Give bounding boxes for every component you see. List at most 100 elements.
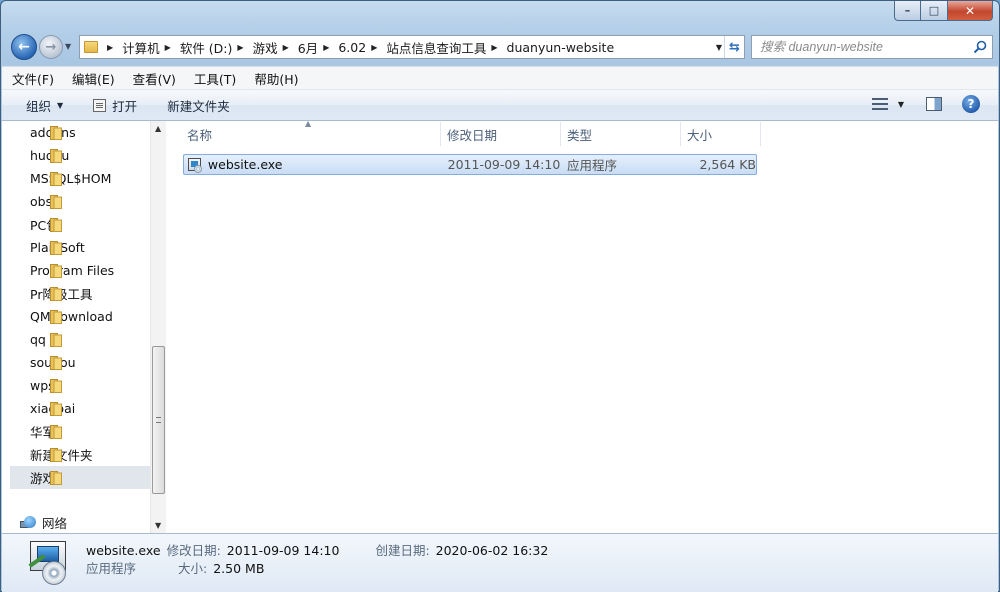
- file-type: 应用程序: [567, 158, 618, 173]
- minimize-button[interactable]: –: [894, 1, 921, 21]
- sidebar-item-folder[interactable]: Pr降级工具: [10, 282, 150, 305]
- scroll-thumb[interactable]: [152, 346, 165, 494]
- sidebar-item-folder[interactable]: PC包: [10, 213, 150, 236]
- sidebar-item-folder[interactable]: wps: [10, 374, 150, 397]
- search-input[interactable]: [760, 40, 970, 54]
- sidebar-item-folder[interactable]: huohu: [10, 144, 150, 167]
- details-pane: website.exe 修改日期: 2011-09-09 14:10 创建日期:…: [2, 533, 998, 592]
- sidebar-item-folder[interactable]: 华军: [10, 420, 150, 443]
- column-date-label: 修改日期: [447, 127, 498, 143]
- back-button[interactable]: ←: [11, 34, 37, 60]
- sidebar-item-folder[interactable]: MSSQL$HOM: [10, 167, 150, 190]
- file-name: website.exe: [207, 157, 283, 172]
- breadcrumb-separator-icon[interactable]: ▶: [371, 43, 377, 52]
- breadcrumb-segment[interactable]: ▶ 软件 (D:): [160, 38, 233, 57]
- open-label: 打开: [112, 98, 138, 114]
- refresh-button[interactable]: ⇆: [724, 36, 744, 58]
- column-name-label: 名称: [187, 127, 213, 143]
- file-row[interactable]: website.exe 2011-09-09 14:10 应用程序 2,564 …: [183, 154, 757, 175]
- details-row-1: website.exe 修改日期: 2011-09-09 14:10 创建日期:…: [86, 540, 548, 559]
- breadcrumb: ▶ 计算机 ▶ 软件 (D:) ▶ 游戏 ▶ 6月 ▶ 6.02 ▶ 站点信息查询工具 ▶ duanyun…: [102, 38, 614, 57]
- change-view-icon[interactable]: [871, 98, 888, 110]
- column-size-label: 大小: [687, 127, 713, 143]
- column-header-type[interactable]: 类型: [561, 122, 681, 146]
- preview-pane-icon[interactable]: [926, 97, 942, 111]
- close-icon: ✕: [964, 3, 976, 18]
- breadcrumb-segment[interactable]: ▶ 站点信息查询工具: [366, 38, 486, 57]
- column-header-name[interactable]: ▲ 名称: [183, 119, 441, 146]
- folder-icon: [50, 402, 62, 416]
- folder-icon: [50, 471, 62, 485]
- search-box: [751, 35, 993, 59]
- maximize-icon: □: [928, 4, 940, 17]
- nav-scrollbar[interactable]: ▲ ▼: [150, 121, 166, 533]
- breadcrumb-label: duanyun-website: [506, 39, 615, 55]
- breadcrumb-segment[interactable]: ▶ 6月: [278, 38, 319, 57]
- menu-tools[interactable]: 工具(T): [194, 69, 236, 88]
- help-icon[interactable]: ?: [962, 95, 980, 113]
- search-icon[interactable]: [973, 40, 987, 54]
- breadcrumb-separator-icon[interactable]: ▶: [165, 43, 171, 52]
- breadcrumb-segment[interactable]: ▶ 计算机: [102, 38, 160, 57]
- folder-icon: [50, 172, 62, 186]
- details-type-value: 应用程序: [86, 561, 137, 576]
- details-modified-value: 2011-09-09 14:10: [226, 543, 340, 558]
- breadcrumb-separator-icon[interactable]: ▶: [323, 43, 329, 52]
- breadcrumb-segment[interactable]: ▶ 6.02: [318, 40, 366, 55]
- recent-pages-chevron-icon[interactable]: ▼: [65, 42, 71, 51]
- menu-file[interactable]: 文件(F): [12, 69, 54, 88]
- organize-button[interactable]: 组织 ▼: [26, 96, 63, 115]
- refresh-icon: ⇆: [729, 39, 740, 55]
- breadcrumb-separator-icon[interactable]: ▶: [237, 43, 243, 52]
- navigation-row: ← → ▼ ▶ 计算机 ▶ 软件 (D:) ▶ 游戏 ▶ 6月 ▶ 6.02 ▶ 站点信息查询工具 ▶ d…: [9, 31, 993, 61]
- caption-buttons: – □ ✕: [894, 1, 993, 21]
- column-headers: ▲ 名称 修改日期 类型 大小: [183, 119, 761, 146]
- close-button[interactable]: ✕: [948, 1, 993, 21]
- open-icon: [93, 98, 107, 112]
- folder-icon: [50, 218, 62, 232]
- navigation-pane: addonshuohu MSSQL$HOM obs PC包PlainSoft Progr…: [2, 121, 166, 533]
- menu-help[interactable]: 帮助(H): [254, 69, 298, 88]
- menu-view[interactable]: 查看(V): [133, 69, 176, 88]
- network-icon: [20, 515, 36, 530]
- sidebar-item-folder[interactable]: Program Files: [10, 259, 150, 282]
- maximize-button[interactable]: □: [921, 1, 948, 21]
- sidebar-item-folder[interactable]: qq: [10, 328, 150, 351]
- breadcrumb-separator-icon[interactable]: ▶: [283, 43, 289, 52]
- new-folder-button[interactable]: 新建文件夹: [167, 96, 230, 115]
- column-header-date[interactable]: 修改日期: [441, 122, 561, 146]
- folder-icon: [50, 241, 62, 255]
- sidebar-item-folder[interactable]: PlainSoft: [10, 236, 150, 259]
- scroll-up-arrow-icon[interactable]: ▲: [155, 124, 161, 133]
- breadcrumb-segment[interactable]: ▶ duanyun-website: [486, 40, 614, 55]
- open-button[interactable]: 打开: [93, 96, 137, 115]
- folder-icon: [50, 126, 62, 140]
- forward-button[interactable]: →: [39, 35, 63, 59]
- breadcrumb-label: 软件 (D:): [179, 40, 233, 56]
- column-header-size[interactable]: 大小: [681, 122, 761, 146]
- sidebar-item-folder[interactable]: addons: [10, 121, 150, 144]
- breadcrumb-separator-icon[interactable]: ▶: [107, 43, 113, 52]
- breadcrumb-segment[interactable]: ▶ 游戏: [232, 38, 277, 57]
- nav-item-network[interactable]: 网络: [20, 513, 67, 532]
- details-row-2: 应用程序 大小: 2.50 MB: [86, 558, 264, 577]
- sidebar-item-folder[interactable]: QMDownload: [10, 305, 150, 328]
- sidebar-item-folder[interactable]: sougou: [10, 351, 150, 374]
- scroll-down-arrow-icon[interactable]: ▼: [155, 521, 161, 530]
- folder-tree: addonshuohu MSSQL$HOM obs PC包PlainSoft Progr…: [10, 121, 150, 489]
- address-bar[interactable]: ▶ 计算机 ▶ 软件 (D:) ▶ 游戏 ▶ 6月 ▶ 6.02 ▶ 站点信息查询工具 ▶ duanyun…: [79, 35, 745, 59]
- network-label: 网络: [42, 516, 68, 531]
- details-file-name: website.exe: [86, 543, 161, 558]
- sidebar-item-folder[interactable]: 游戏: [10, 466, 150, 489]
- application-icon: [188, 157, 203, 173]
- sidebar-item-folder[interactable]: xiaobai: [10, 397, 150, 420]
- menu-edit[interactable]: 编辑(E): [72, 69, 115, 88]
- sidebar-item-folder[interactable]: obs: [10, 190, 150, 213]
- address-dropdown-chevron-icon[interactable]: ▼: [716, 43, 722, 52]
- details-size-label: 大小:: [178, 561, 208, 576]
- view-options-chevron-icon[interactable]: ▼: [898, 100, 904, 109]
- breadcrumb-separator-icon[interactable]: ▶: [491, 43, 497, 52]
- folder-icon: [50, 333, 62, 347]
- details-created-label: 创建日期:: [375, 543, 430, 558]
- sidebar-item-folder[interactable]: 新建文件夹: [10, 443, 150, 466]
